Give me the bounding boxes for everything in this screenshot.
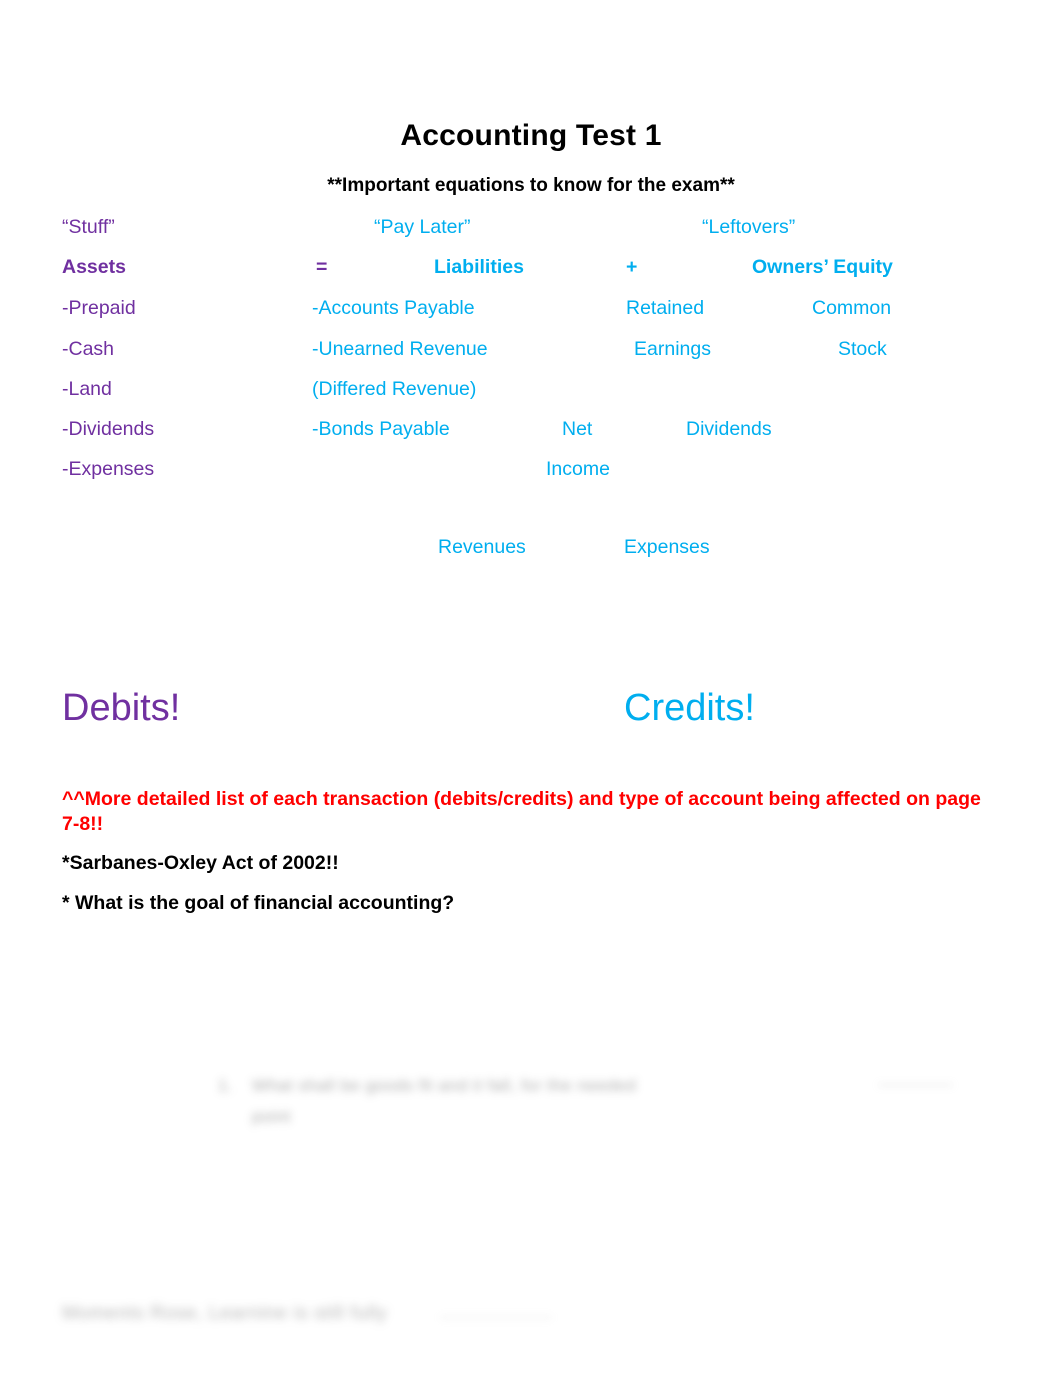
equity-item-expenses: Expenses — [624, 536, 710, 558]
liabilities-item-differed-revenue: (Differed Revenue) — [312, 378, 477, 400]
redacted-footer-tail: ———————— — [440, 1308, 552, 1324]
redacted-list-block: 1. What shall be goods fit and it fall, f… — [218, 1070, 636, 1132]
liabilities-item-unearned-revenue: -Unearned Revenue — [312, 338, 488, 360]
equation-row-2: -Cash -Unearned Revenue Earnings Stock — [62, 336, 1002, 376]
plus-sign: + — [626, 256, 638, 278]
redacted-trailing-mark: ————— — [878, 1076, 953, 1093]
redacted-list-text-2: point — [252, 1107, 291, 1126]
liabilities-item-bonds-payable: -Bonds Payable — [312, 418, 450, 440]
equals-sign: = — [316, 256, 328, 278]
equation-row-6: Revenues Expenses — [62, 534, 1002, 574]
equity-item-earnings: Earnings — [634, 338, 711, 360]
assets-item-land: -Land — [62, 378, 112, 400]
redacted-list-text-1: What shall be goods fit and it fall, for… — [252, 1076, 637, 1095]
equation-row-1: -Prepaid -Accounts Payable Retained Comm… — [62, 295, 1002, 335]
owners-equity-nickname: “Leftovers” — [702, 216, 796, 238]
credits-heading: Credits! — [624, 687, 755, 729]
assets-item-cash: -Cash — [62, 338, 115, 360]
equity-item-stock: Stock — [838, 338, 887, 360]
assets-nickname: “Stuff” — [62, 216, 115, 238]
liabilities-header: Liabilities — [434, 256, 524, 278]
owners-equity-header: Owners’ Equity — [752, 256, 893, 278]
equity-item-dividends: Dividends — [686, 418, 772, 440]
assets-header: Assets — [62, 256, 126, 278]
note-sarbanes-oxley: *Sarbanes-Oxley Act of 2002!! — [62, 852, 339, 874]
equity-item-retained: Retained — [626, 297, 705, 319]
redacted-list-line-1: 1. What shall be goods fit and it fall, f… — [218, 1070, 636, 1101]
equation-nickname-row: “Stuff” “Pay Later” “Leftovers” — [62, 214, 1002, 254]
liabilities-nickname: “Pay Later” — [374, 216, 471, 238]
page-title: Accounting Test 1 — [400, 119, 662, 152]
note-more-detailed-list: ^^More detailed list of each transaction… — [62, 788, 987, 835]
redacted-list-marker: 1. — [218, 1076, 233, 1095]
page-subtitle: **Important equations to know for the ex… — [327, 175, 735, 196]
note-goal-question: * What is the goal of financial accounti… — [62, 892, 455, 914]
redacted-list-line-2: point — [218, 1101, 636, 1132]
equation-row-4: -Dividends -Bonds Payable Net Dividends — [62, 416, 1002, 456]
assets-item-prepaid: -Prepaid — [62, 297, 136, 319]
debits-heading: Debits! — [62, 687, 181, 729]
equity-item-income: Income — [546, 458, 610, 480]
liabilities-item-accounts-payable: -Accounts Payable — [312, 297, 475, 319]
assets-item-expenses: -Expenses — [62, 458, 155, 480]
equity-item-revenues: Revenues — [438, 536, 526, 558]
assets-item-dividends: -Dividends — [62, 418, 155, 440]
equation-header-row: Assets = Liabilities + Owners’ Equity — [62, 254, 1002, 294]
equation-row-3: -Land (Differed Revenue) — [62, 376, 1002, 416]
equity-item-common: Common — [812, 297, 892, 319]
equation-row-5: -Expenses Income — [62, 456, 1002, 496]
document-page: Accounting Test 1 **Important equations … — [0, 0, 1062, 1377]
redacted-footer-line: Moments Rose, Learnine is still fully — [62, 1303, 388, 1324]
equity-item-net: Net — [562, 418, 593, 440]
